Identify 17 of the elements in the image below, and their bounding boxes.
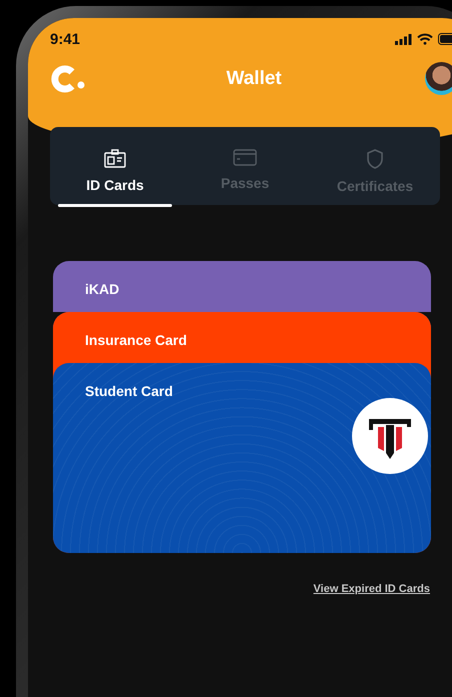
wifi-icon bbox=[417, 33, 433, 45]
signal-icon bbox=[395, 34, 412, 44]
card-name: Student Card bbox=[85, 383, 173, 399]
card-name: iKAD bbox=[85, 281, 120, 297]
wallet-card[interactable]: iKAD bbox=[53, 261, 431, 312]
logo-icon bbox=[50, 64, 86, 92]
wallet-card[interactable]: Insurance Card bbox=[53, 312, 431, 363]
wallet-card[interactable]: Student Card bbox=[53, 363, 431, 553]
view-expired-link[interactable]: View Expired ID Cards bbox=[313, 583, 430, 595]
card-icon bbox=[233, 149, 257, 166]
tab[interactable]: ID Cards bbox=[50, 127, 180, 205]
page-title: Wallet bbox=[225, 68, 283, 90]
card-name: Insurance Card bbox=[85, 332, 187, 348]
avatar[interactable] bbox=[425, 62, 452, 95]
status-time: 9:41 bbox=[50, 30, 80, 48]
shield-icon bbox=[366, 149, 384, 169]
id-badge-icon bbox=[104, 149, 126, 168]
